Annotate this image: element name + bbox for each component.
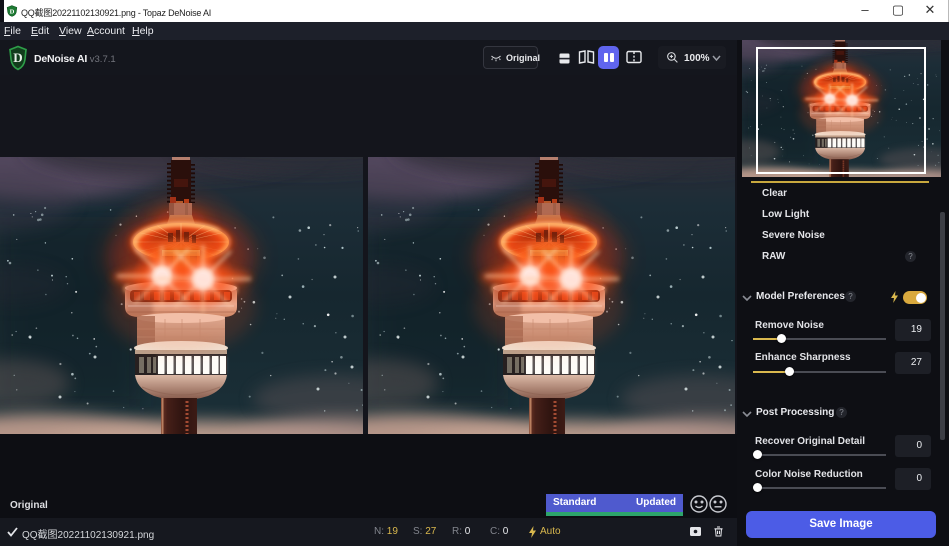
svg-text:D: D — [10, 8, 15, 15]
svg-text:D: D — [13, 50, 22, 65]
